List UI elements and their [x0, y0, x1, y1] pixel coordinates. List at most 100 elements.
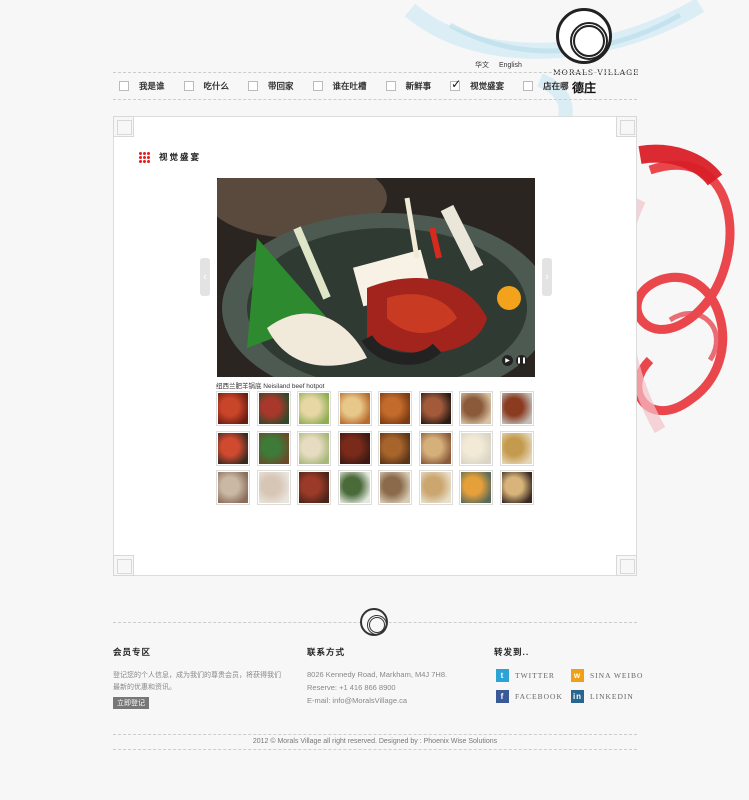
gallery-thumbnail[interactable] [256, 470, 291, 505]
copyright-text: 2012 © Morals Village all right reserved… [113, 734, 637, 750]
thumbnail-image [501, 472, 532, 503]
thumbnail-image [218, 472, 248, 503]
play-button[interactable]: ▶ [502, 355, 513, 366]
main-nav: 我是谁 吃什么 带回家 谁在吐槽 新鲜事 视觉盛宴 店在哪 [113, 72, 637, 100]
gallery-thumbnail[interactable] [297, 430, 331, 466]
play-icon: ▶ [505, 358, 510, 364]
gallery-thumbnail[interactable] [337, 391, 372, 426]
nav-item-label: 带回家 [268, 81, 294, 91]
language-switcher: 华文 English [475, 60, 530, 70]
contact-info: 8026 Kennedy Road, Markham, M4J 7H8. Res… [307, 668, 447, 707]
contact-title: 联系方式 [307, 647, 346, 657]
gallery-thumbnail[interactable] [216, 430, 250, 466]
contact-address: 8026 Kennedy Road, Markham, M4J 7H8. [307, 670, 448, 679]
gallery-thumbnail[interactable] [499, 391, 534, 426]
nav-item-reviews[interactable]: 谁在吐槽 [307, 73, 367, 99]
thumbnail-image [299, 432, 329, 464]
checkbox-icon [119, 81, 129, 91]
gallery-thumbnail[interactable] [418, 470, 453, 505]
photo-caption: 纽西兰肥羊锅底 Neisiland beef hotpot [216, 383, 325, 390]
thumbnail-image [380, 472, 410, 503]
nav-item-gallery[interactable]: 视觉盛宴 [444, 73, 504, 99]
nav-item-label: 视觉盛宴 [470, 81, 505, 91]
lang-en-link[interactable]: English [499, 62, 522, 69]
gallery-thumbnail[interactable] [256, 430, 291, 466]
thumbnail-image [218, 393, 248, 424]
gallery-thumbnail[interactable] [418, 430, 453, 466]
checkbox-icon [523, 81, 534, 91]
next-arrow-button[interactable]: › [542, 258, 552, 296]
thumbnail-image [461, 432, 491, 464]
nav-item-label: 我是谁 [139, 81, 165, 91]
gallery-thumbnail[interactable] [337, 470, 372, 505]
gallery-panel: 视觉盛宴 ‹ › ▶ ❚❚ 纽西兰肥羊锅底 Neisiland beef hot… [113, 116, 637, 576]
gallery-thumbnail[interactable] [297, 391, 331, 426]
member-title: 会员专区 [113, 647, 152, 657]
chevron-left-icon: ‹ [203, 271, 207, 283]
share-title: 转发到.. [494, 647, 530, 657]
lang-cn-link[interactable]: 华文 [475, 62, 489, 69]
thumbnail-image [380, 393, 410, 424]
thumbnail-image [339, 472, 370, 503]
facebook-icon: f [496, 690, 509, 703]
thumbnail-image [501, 432, 532, 464]
gallery-thumbnail[interactable] [378, 470, 412, 505]
dots-grid-icon [139, 151, 150, 163]
share-linkedin-link[interactable]: in LINKEDIN [571, 690, 634, 703]
share-twitter-label: TWITTER [515, 671, 555, 680]
share-facebook-link[interactable]: f FACEBOOK [496, 690, 563, 703]
contact-email[interactable]: E-mail: info@MoralsVillage.ca [307, 694, 447, 707]
checkbox-icon [183, 81, 194, 91]
thumbnail-image [420, 393, 451, 424]
gallery-thumbnail[interactable] [337, 430, 372, 466]
nav-item-location[interactable]: 店在哪 [517, 73, 569, 99]
thumbnail-image [299, 472, 329, 503]
thumbnail-image [339, 393, 370, 424]
pause-button[interactable]: ❚❚ [516, 355, 527, 366]
corner-ornament [616, 555, 637, 576]
nav-item-news[interactable]: 新鲜事 [380, 73, 431, 99]
share-twitter-link[interactable]: t TWITTER [496, 669, 555, 682]
thumbnail-image [339, 432, 370, 464]
gallery-thumbnail[interactable] [378, 430, 412, 466]
gallery-thumbnail[interactable] [459, 470, 493, 505]
gallery-thumbnail[interactable] [459, 430, 493, 466]
gallery-thumbnail[interactable] [378, 391, 412, 426]
gallery-thumbnail[interactable] [499, 470, 534, 505]
nav-item-menu[interactable]: 吃什么 [178, 73, 229, 99]
checkbox-icon [312, 81, 323, 91]
gallery-thumbnail[interactable] [418, 391, 453, 426]
corner-ornament [113, 555, 134, 576]
gallery-thumbnail[interactable] [216, 391, 250, 426]
thumbnail-image [258, 432, 289, 464]
section-title-text: 视觉盛宴 [159, 152, 202, 162]
pause-icon: ❚❚ [516, 358, 527, 364]
checkbox-icon [248, 81, 259, 91]
gallery-thumbnail[interactable] [297, 470, 331, 505]
register-button[interactable]: 立即登记 [113, 697, 149, 709]
chevron-right-icon: › [545, 271, 549, 283]
footer-seal-icon [360, 608, 388, 636]
member-description: 登记您的个人信息，成为我们的尊贵会员，将获得我们最新的优惠和资讯。 [113, 672, 281, 691]
corner-ornament [113, 116, 134, 137]
linkedin-icon: in [571, 690, 584, 703]
share-facebook-label: FACEBOOK [515, 692, 563, 701]
contact-reserve: Reserve: +1 416 866 8900 [307, 683, 396, 692]
sina-weibo-icon: w [571, 669, 584, 682]
share-sina-label: SINA WEIBO [590, 671, 644, 680]
nav-item-label: 店在哪 [543, 81, 569, 91]
thumbnail-image [380, 432, 410, 464]
nav-item-takeout[interactable]: 带回家 [242, 73, 294, 99]
nav-item-about[interactable]: 我是谁 [113, 73, 165, 99]
thumbnail-image [461, 472, 491, 503]
thumbnail-image [420, 472, 451, 503]
gallery-thumbnail[interactable] [256, 391, 291, 426]
featured-photo [217, 178, 535, 377]
share-linkedin-label: LINKEDIN [590, 692, 634, 701]
gallery-thumbnail[interactable] [216, 470, 250, 505]
corner-ornament [616, 116, 637, 137]
share-sina-link[interactable]: w SINA WEIBO [571, 669, 643, 682]
gallery-thumbnail[interactable] [459, 391, 493, 426]
prev-arrow-button[interactable]: ‹ [200, 258, 210, 296]
gallery-thumbnail[interactable] [499, 430, 534, 466]
